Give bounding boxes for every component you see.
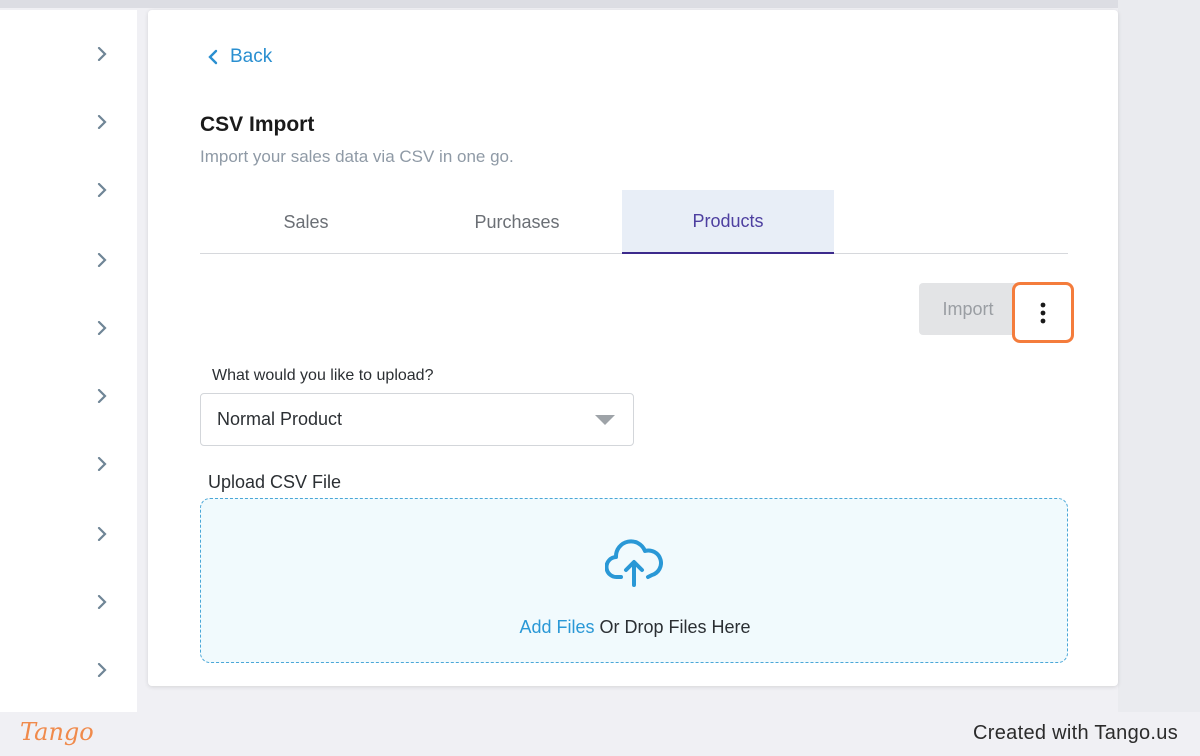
chevron-right-icon[interactable]	[94, 46, 110, 62]
page-subtitle: Import your sales data via CSV in one go…	[200, 147, 514, 166]
chevron-right-icon[interactable]	[94, 526, 110, 542]
chevron-right-icon[interactable]	[94, 182, 110, 198]
cloud-upload-icon	[605, 539, 663, 587]
footer: Tango Created with Tango.us	[0, 712, 1200, 756]
page-title: CSV Import	[200, 113, 315, 136]
back-label: Back	[230, 46, 273, 67]
import-tabs: Sales Purchases Products	[200, 190, 1068, 254]
chevron-right-icon[interactable]	[94, 456, 110, 472]
upload-type-select[interactable]: Normal Product	[200, 393, 634, 446]
right-gutter	[1118, 0, 1200, 712]
top-strip	[0, 0, 1200, 8]
tango-logo: Tango	[20, 718, 94, 746]
tab-sales[interactable]: Sales	[200, 190, 412, 254]
chevron-right-icon[interactable]	[94, 114, 110, 130]
footer-credit: Created with Tango.us	[973, 722, 1178, 744]
import-button[interactable]: Import	[919, 283, 1017, 335]
tab-purchases[interactable]: Purchases	[411, 190, 623, 254]
dropzone-text: Add Files Or Drop Files Here	[201, 617, 1069, 638]
more-options-button[interactable]	[1012, 282, 1074, 343]
back-link[interactable]: Back	[208, 46, 272, 68]
add-files-link[interactable]: Add Files	[519, 617, 594, 637]
drop-files-text: Or Drop Files Here	[594, 617, 751, 637]
chevron-left-icon	[208, 49, 218, 65]
dropdown-caret-icon	[595, 415, 615, 425]
csv-dropzone[interactable]: Add Files Or Drop Files Here	[200, 498, 1068, 663]
sidebar	[0, 10, 137, 712]
upload-type-label: What would you like to upload?	[212, 367, 434, 384]
chevron-right-icon[interactable]	[94, 594, 110, 610]
upload-type-value: Normal Product	[217, 409, 343, 429]
chevron-right-icon[interactable]	[94, 252, 110, 268]
csv-import-card: Back CSV Import Import your sales data v…	[148, 10, 1118, 686]
chevron-right-icon[interactable]	[94, 662, 110, 678]
upload-csv-label: Upload CSV File	[208, 472, 342, 492]
chevron-right-icon[interactable]	[94, 320, 110, 336]
more-vertical-icon	[1040, 302, 1046, 323]
tab-products[interactable]: Products	[622, 190, 834, 254]
chevron-right-icon[interactable]	[94, 388, 110, 404]
